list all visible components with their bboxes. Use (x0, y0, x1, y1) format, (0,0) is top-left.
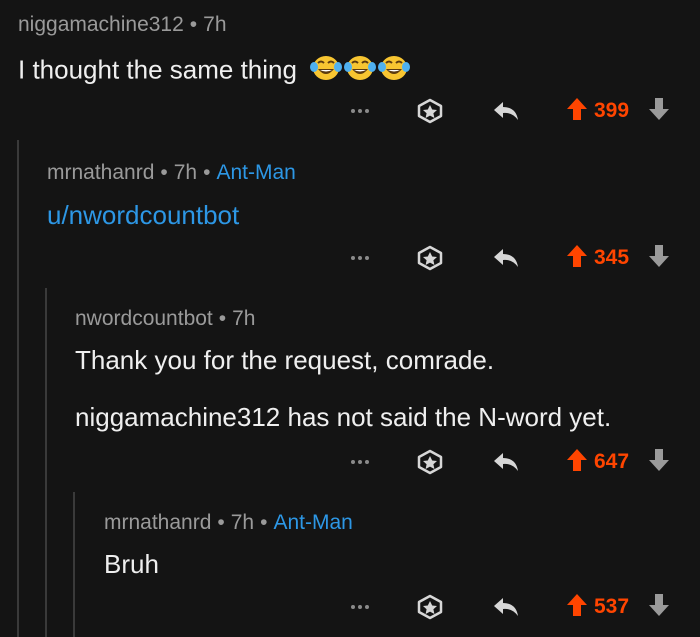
reply-icon[interactable] (490, 591, 522, 623)
comment-actions: 647 (348, 447, 670, 477)
award-icon[interactable] (414, 446, 446, 478)
more-icon[interactable] (348, 246, 372, 270)
user-flair: Ant-Man (273, 511, 353, 534)
vote-controls: 647 (566, 448, 670, 477)
comment-actions: 537 (348, 592, 670, 622)
reply-icon[interactable] (490, 242, 522, 274)
score-count: 345 (594, 246, 630, 269)
upvote-icon[interactable] (566, 97, 588, 126)
meta-separator: • (160, 161, 168, 184)
reply-icon[interactable] (490, 446, 522, 478)
score-count: 647 (594, 450, 630, 473)
face-with-tears-of-joy-icon (310, 53, 343, 90)
face-with-tears-of-joy-icon (344, 53, 377, 90)
comment-text: Bruh (104, 549, 159, 579)
comment-actions: 399 (348, 96, 670, 126)
comment-meta: niggamachine312 • 7h (18, 13, 227, 37)
meta-separator: • (218, 307, 227, 330)
comment-age: 7h (232, 307, 256, 330)
emoji-group (310, 53, 412, 90)
downvote-icon[interactable] (648, 593, 670, 622)
thread-line-depth-1[interactable] (17, 140, 19, 637)
more-icon[interactable] (348, 99, 372, 123)
award-icon[interactable] (414, 591, 446, 623)
thread-line-depth-3[interactable] (73, 492, 75, 637)
downvote-icon[interactable] (648, 448, 670, 477)
comment-age: 7h (203, 13, 227, 36)
comment-body: I thought the same thing (18, 53, 412, 90)
meta-separator: • (203, 161, 211, 184)
user-flair: Ant-Man (216, 161, 296, 184)
downvote-icon[interactable] (648, 97, 670, 126)
score-count: 399 (594, 99, 630, 122)
vote-controls: 399 (566, 97, 670, 126)
comment-meta: mrnathanrd • 7h • Ant-Man (104, 511, 353, 535)
author-name[interactable]: mrnathanrd (47, 161, 154, 184)
upvote-icon[interactable] (566, 593, 588, 622)
downvote-icon[interactable] (648, 244, 670, 273)
vote-controls: 345 (566, 244, 670, 273)
comment-text: niggamachine312 has not said the N-word … (75, 402, 612, 432)
vote-controls: 537 (566, 593, 670, 622)
comment-text: I thought the same thing (18, 54, 297, 85)
author-name[interactable]: mrnathanrd (104, 511, 211, 534)
more-icon[interactable] (348, 595, 372, 619)
author-name[interactable]: niggamachine312 (18, 13, 184, 36)
meta-separator: • (189, 13, 198, 36)
award-icon[interactable] (414, 242, 446, 274)
award-icon[interactable] (414, 95, 446, 127)
author-name[interactable]: nwordcountbot (75, 307, 213, 330)
thread-line-depth-2[interactable] (45, 288, 47, 637)
more-icon[interactable] (348, 450, 372, 474)
comment-age: 7h (230, 511, 255, 534)
upvote-icon[interactable] (566, 448, 588, 477)
comment-actions: 345 (348, 243, 670, 273)
reply-icon[interactable] (490, 95, 522, 127)
comment-text: Thank you for the request, comrade. (75, 345, 495, 375)
comment-meta: mrnathanrd • 7h • Ant-Man (47, 161, 296, 185)
username-link[interactable]: u/nwordcountbot (47, 200, 239, 231)
upvote-icon[interactable] (566, 244, 588, 273)
score-count: 537 (594, 595, 630, 618)
face-with-tears-of-joy-icon (378, 53, 411, 90)
meta-separator: • (260, 511, 268, 534)
meta-separator: • (217, 511, 225, 534)
comment-meta: nwordcountbot • 7h (75, 307, 255, 331)
comment-age: 7h (173, 161, 198, 184)
